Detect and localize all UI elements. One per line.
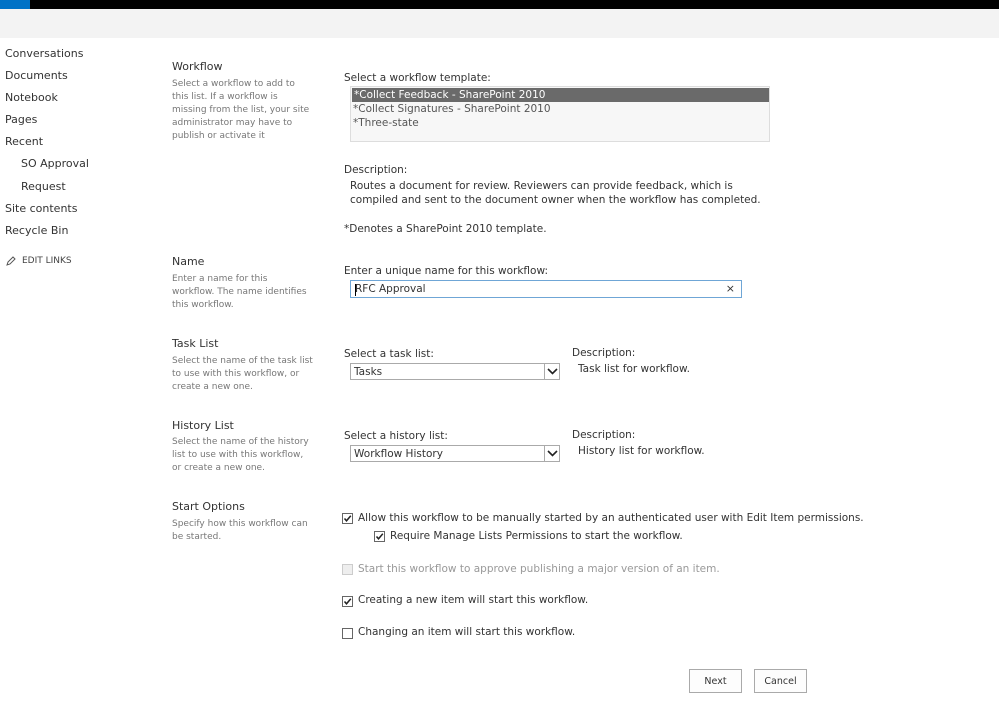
- checkmark-icon: [343, 515, 352, 522]
- section-desc-start-options: Specify how this workflow can be started…: [172, 519, 308, 542]
- nav-item-site-contents[interactable]: Site contents: [5, 202, 77, 215]
- template-option[interactable]: *Collect Signatures - SharePoint 2010: [351, 102, 769, 116]
- history-list-description-label: Description:: [572, 429, 636, 441]
- nav-item-pages[interactable]: Pages: [5, 113, 37, 126]
- task-list-label: Select a task list:: [344, 348, 434, 360]
- manual-start-checkbox[interactable]: [342, 513, 353, 524]
- section-title-workflow: Workflow: [172, 60, 223, 73]
- template-note: *Denotes a SharePoint 2010 template.: [344, 223, 547, 235]
- publish-major-version-checkbox: [342, 564, 353, 575]
- section-desc-workflow: Select a workflow to add to this list. I…: [172, 79, 310, 141]
- nav-item-recycle-bin[interactable]: Recycle Bin: [5, 224, 68, 237]
- clear-icon[interactable]: ×: [726, 282, 735, 295]
- template-description-label: Description:: [344, 164, 408, 176]
- history-list-select[interactable]: Workflow History: [350, 445, 560, 462]
- workflow-template-listbox[interactable]: *Collect Feedback - SharePoint 2010 *Col…: [350, 86, 770, 142]
- manual-start-label[interactable]: Allow this workflow to be manually start…: [358, 512, 864, 524]
- workflow-name-input[interactable]: RFC Approval ×: [350, 280, 742, 298]
- section-title-start-options: Start Options: [172, 500, 245, 513]
- section-desc-name: Enter a name for this workflow. The name…: [172, 274, 307, 310]
- text-caret: [355, 284, 356, 296]
- app-launcher-tile[interactable]: [0, 0, 30, 9]
- chevron-down-icon[interactable]: [544, 364, 559, 379]
- section-title-task-list: Task List: [172, 337, 219, 350]
- ribbon-bar: [0, 9, 999, 38]
- nav-item-notebook[interactable]: Notebook: [5, 91, 58, 104]
- task-list-value: Tasks: [354, 366, 383, 378]
- nav-item-documents[interactable]: Documents: [5, 69, 68, 82]
- template-option[interactable]: *Three-state: [351, 116, 769, 130]
- next-button[interactable]: Next: [689, 669, 742, 693]
- nav-item-so-approval[interactable]: SO Approval: [21, 157, 89, 170]
- task-list-select[interactable]: Tasks: [350, 363, 560, 380]
- template-option[interactable]: *Collect Feedback - SharePoint 2010: [352, 88, 769, 102]
- section-desc-task-list: Select the name of the task list to use …: [172, 356, 313, 392]
- nav-item-recent[interactable]: Recent: [5, 135, 43, 148]
- task-list-description-label: Description:: [572, 347, 636, 359]
- cancel-button[interactable]: Cancel: [754, 669, 807, 693]
- edit-links-button[interactable]: EDIT LINKS: [6, 256, 72, 266]
- template-description: Routes a document for review. Reviewers …: [350, 180, 761, 206]
- history-list-value: Workflow History: [354, 448, 443, 460]
- section-title-history-list: History List: [172, 419, 234, 432]
- change-item-start-checkbox[interactable]: [342, 628, 353, 639]
- publish-major-version-label: Start this workflow to approve publishin…: [358, 563, 720, 575]
- workflow-name-value: RFC Approval: [355, 283, 426, 295]
- pencil-icon: [6, 256, 16, 266]
- history-list-description: History list for workflow.: [578, 445, 705, 457]
- section-title-name: Name: [172, 255, 205, 268]
- edit-links-label: EDIT LINKS: [22, 256, 72, 266]
- nav-item-conversations[interactable]: Conversations: [5, 47, 83, 60]
- checkmark-icon: [375, 533, 384, 540]
- chevron-down-icon[interactable]: [544, 446, 559, 461]
- workflow-name-label: Enter a unique name for this workflow:: [344, 265, 549, 277]
- suite-bar: [0, 0, 999, 9]
- nav-item-request[interactable]: Request: [21, 180, 66, 193]
- checkmark-icon: [343, 598, 352, 605]
- history-list-label: Select a history list:: [344, 430, 448, 442]
- require-manage-lists-checkbox[interactable]: [374, 531, 385, 542]
- section-desc-history-list: Select the name of the history list to u…: [172, 437, 309, 473]
- template-label: Select a workflow template:: [344, 72, 491, 84]
- task-list-description: Task list for workflow.: [578, 363, 690, 375]
- require-manage-lists-label[interactable]: Require Manage Lists Permissions to star…: [390, 530, 683, 542]
- create-item-start-checkbox[interactable]: [342, 596, 353, 607]
- change-item-start-label[interactable]: Changing an item will start this workflo…: [358, 626, 575, 638]
- create-item-start-label[interactable]: Creating a new item will start this work…: [358, 594, 588, 606]
